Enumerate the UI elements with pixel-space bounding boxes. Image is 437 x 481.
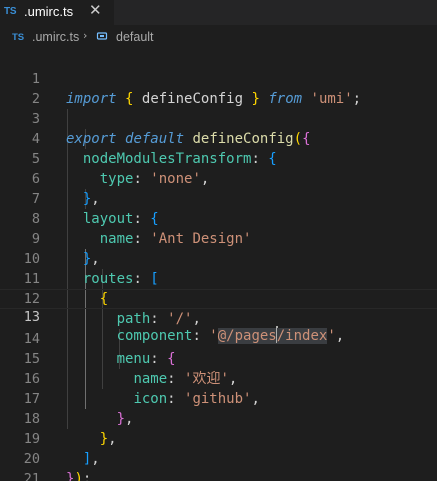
code-line: 4 nodeModulesTransform: { xyxy=(0,109,437,167)
code-line: 1 import { defineConfig } from 'umi'; xyxy=(0,49,437,107)
code-line: 8 name: 'Ant Design' xyxy=(0,189,437,247)
chevron-right-icon: › xyxy=(83,29,88,42)
code-line: 19 ], xyxy=(0,409,437,467)
tab-filename[interactable]: .umirc.ts xyxy=(24,4,73,19)
code-line-current: 13 component: '@/pages/index', xyxy=(0,289,437,344)
code-line: 10 routes: [ xyxy=(0,229,437,287)
code-line: 9 }, xyxy=(0,209,437,267)
code-line: 20 }); xyxy=(0,429,437,481)
symbol-variable-icon xyxy=(96,32,108,40)
code-line: 15 name: '欢迎', xyxy=(0,329,437,387)
breadcrumb: TS .umirc.ts › default xyxy=(0,25,437,49)
code-line: 17 }, xyxy=(0,369,437,427)
code-line: 21 xyxy=(0,449,437,481)
code-editor[interactable]: 1 import { defineConfig } from 'umi'; 2 … xyxy=(0,49,437,481)
code-line: 11 { xyxy=(0,249,437,307)
typescript-file-icon: TS xyxy=(4,6,17,17)
line-number: 21 xyxy=(23,471,40,481)
code-line: 14 menu: { xyxy=(0,309,437,367)
code-line: 5 type: 'none', xyxy=(0,129,437,187)
code-line: 12 path: '/', xyxy=(0,269,437,327)
breadcrumb-symbol[interactable]: default xyxy=(116,30,154,44)
code-line: 6 }, xyxy=(0,149,437,207)
close-icon[interactable]: ✕ xyxy=(89,1,102,19)
code-line: 7 layout: { xyxy=(0,169,437,227)
code-line: 2 xyxy=(0,69,437,107)
code-line: 16 icon: 'github', xyxy=(0,349,437,407)
editor-tab[interactable]: TS .umirc.ts ✕ xyxy=(0,0,114,25)
code-line: 18 }, xyxy=(0,389,437,447)
code-line: 3 export default defineConfig({ xyxy=(0,89,437,147)
breadcrumb-file[interactable]: .umirc.ts xyxy=(32,30,79,44)
typescript-file-icon: TS xyxy=(12,32,25,43)
tab-bar: TS .umirc.ts ✕ xyxy=(0,0,437,25)
